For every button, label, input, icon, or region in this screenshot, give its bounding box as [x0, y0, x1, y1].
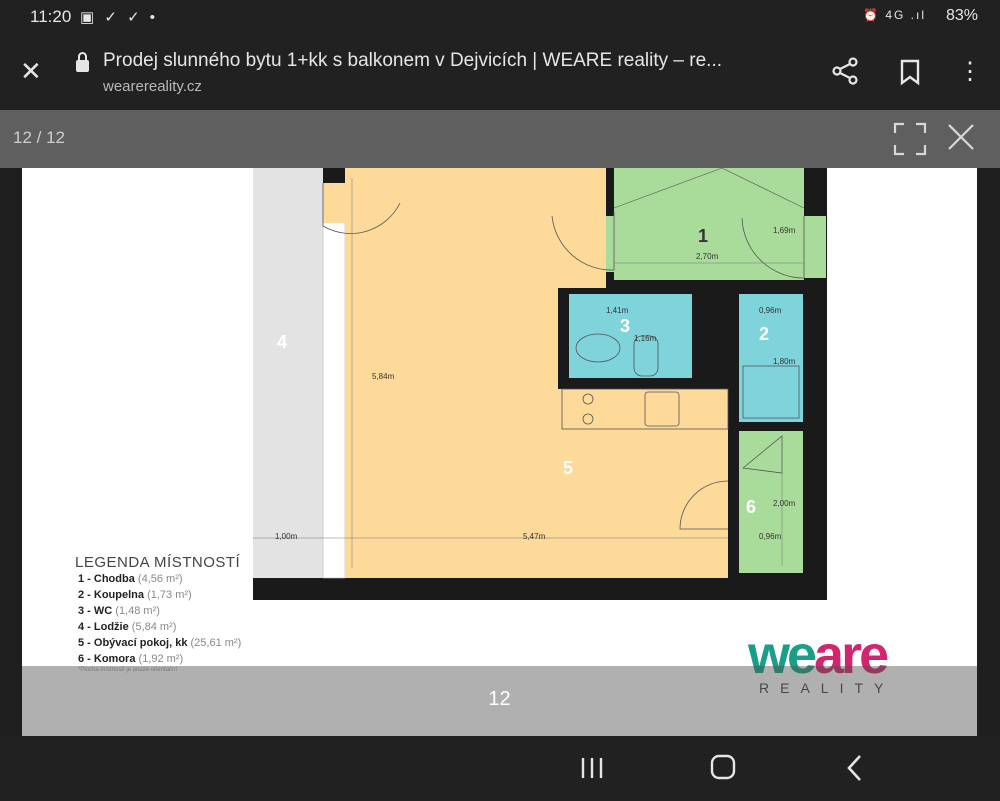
dim-label: 0,96m: [759, 306, 782, 315]
room-2-number: 2: [759, 324, 769, 344]
room-6-number: 6: [746, 497, 756, 517]
dim-label: 1,69m: [773, 226, 796, 235]
status-time: 11:20: [30, 7, 72, 26]
hall-door-left: [606, 216, 616, 272]
room-1-number: 1: [698, 226, 708, 246]
dim-label: 2,00m: [773, 499, 796, 508]
more-menu-icon[interactable]: ⋮: [958, 57, 982, 86]
dim-label: 1,16m: [634, 334, 657, 343]
room-4-fill: [253, 168, 323, 578]
notification-icons: ▣ ✓ ✓ •: [80, 9, 159, 26]
room-4-number: 4: [277, 332, 287, 352]
home-icon[interactable]: [703, 750, 743, 786]
battery-level: 83%: [945, 7, 978, 24]
dim-label: 1,41m: [606, 306, 629, 315]
close-tab-icon[interactable]: ✕: [20, 56, 42, 87]
room-legend: LEGENDA MÍSTNOSTÍ 1 - Chodba (4,56 m²) 2…: [75, 554, 315, 673]
legend-item: 6 - Komora (1,92 m²): [78, 653, 184, 665]
fullscreen-icon[interactable]: [893, 122, 927, 156]
viewer-close-icon[interactable]: [946, 122, 976, 152]
loggia-door: [323, 183, 345, 223]
signal-icons: ⏰ 4G .ıl: [863, 8, 926, 22]
legend-item: 4 - Lodžie (5,84 m²): [78, 621, 177, 633]
legend-item: 3 - WC (1,48 m²): [78, 605, 160, 617]
bookmark-icon[interactable]: [897, 58, 923, 86]
hall-door-right: [804, 216, 826, 278]
dim-label: 0,96m: [759, 532, 782, 541]
dim-label: 5,84m: [372, 372, 395, 381]
page-domain[interactable]: weare­reality.cz: [103, 78, 202, 95]
room-3-number: 3: [620, 316, 630, 336]
legend-item: 1 - Chodba (4,56 m²): [78, 573, 183, 585]
floor-plan-image[interactable]: 1 2 3 4 5 6 1,69m 2,70m 1,41m 1,16m 0,96…: [22, 168, 977, 736]
dim-label: 2,70m: [696, 252, 719, 261]
image-caption: 12: [488, 688, 511, 710]
legend-item: 2 - Koupelna (1,73 m²): [78, 589, 192, 601]
legend-title: LEGENDA MÍSTNOSTÍ: [75, 554, 241, 571]
dim-label: 1,00m: [275, 532, 298, 541]
dim-label: 1,80m: [773, 357, 796, 366]
legend-item: 5 - Obývací pokoj, kk (25,61 m²): [78, 637, 242, 649]
balcony-window: [322, 187, 346, 579]
status-bar: 11:20 ▣ ✓ ✓ • ⏰ 4G .ıl 83%: [0, 0, 1000, 34]
viewer-top-band: [0, 110, 1000, 168]
system-nav-bar: [0, 736, 1000, 801]
share-icon[interactable]: [830, 56, 860, 86]
lock-icon: [76, 52, 89, 72]
back-icon[interactable]: [835, 750, 875, 786]
page-title[interactable]: Prodej slunného bytu 1+kk s balkonem v D…: [103, 50, 803, 72]
room-5-number: 5: [563, 458, 573, 478]
dim-label: 5,47m: [523, 532, 546, 541]
browser-toolbar: ✕ Prodej slunného bytu 1+kk s balkonem v…: [0, 34, 1000, 110]
recent-apps-icon[interactable]: [572, 750, 612, 786]
caption-bar: 12: [22, 666, 977, 736]
image-viewer: 12 / 12 1 2 3 4 5 6 1,69m 2,70m 1,41m 1,…: [0, 110, 1000, 736]
image-counter: 12 / 12: [13, 128, 65, 147]
